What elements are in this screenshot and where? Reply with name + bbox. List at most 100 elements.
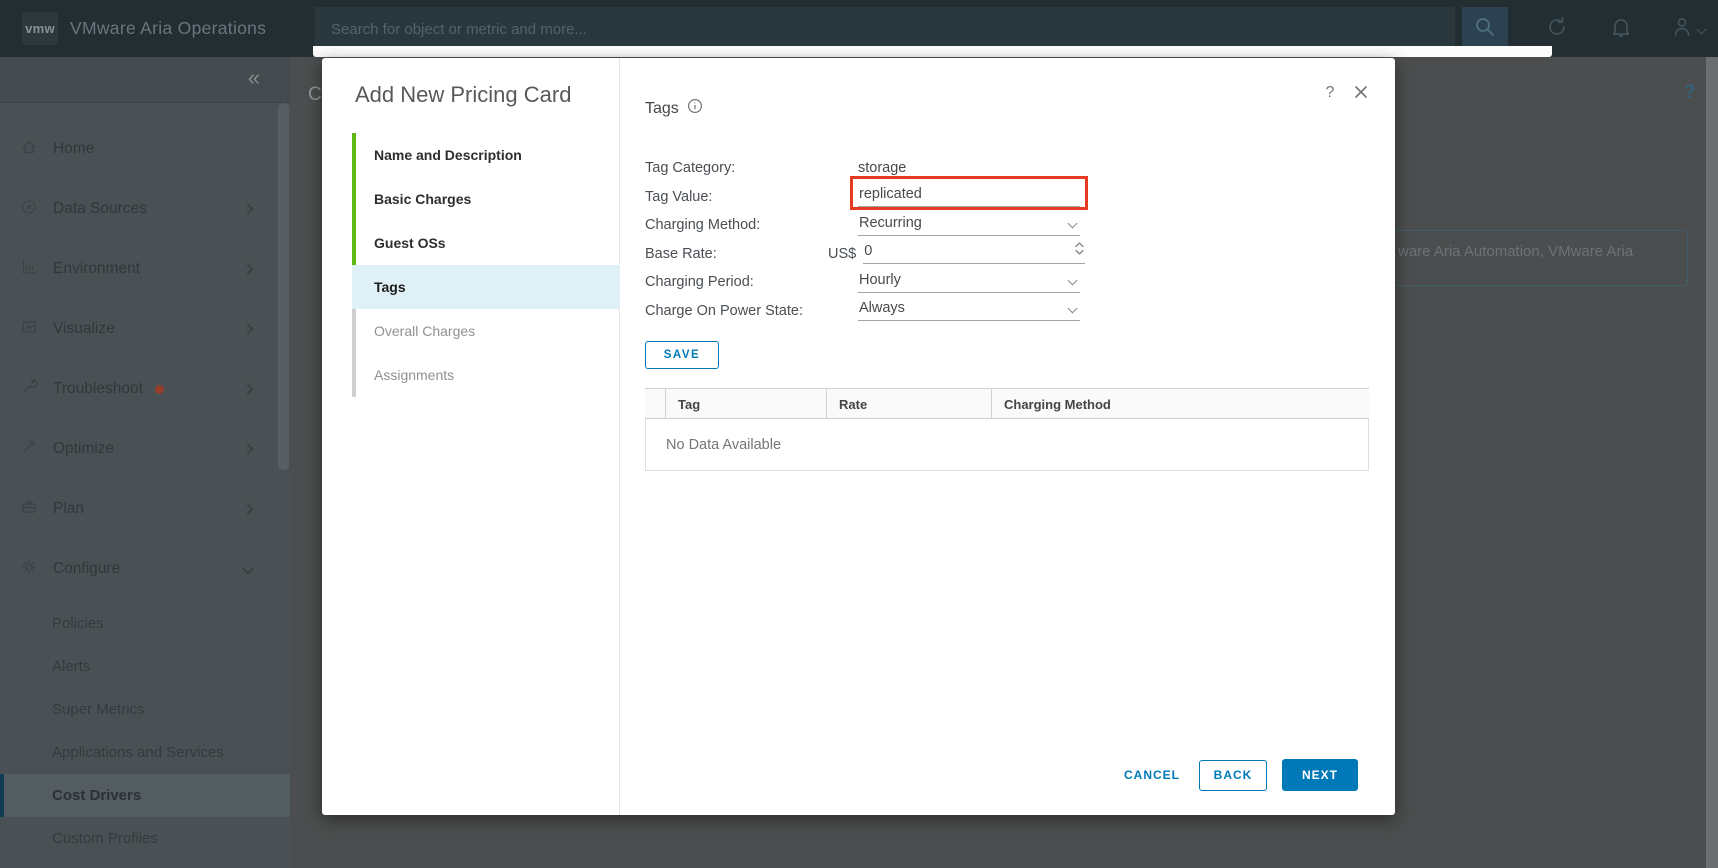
tag-value-input[interactable]: [859, 186, 1049, 203]
configure-submenu: Policies Alerts Super Metrics Applicatio…: [0, 602, 290, 860]
nav-list: Home Data Sources Environment Visualize …: [0, 119, 278, 599]
optimize-icon: [20, 438, 38, 461]
chevron-right-icon: [242, 203, 254, 215]
close-icon: [1354, 86, 1368, 103]
section-header: Tags: [645, 98, 703, 119]
back-button[interactable]: BACK: [1199, 759, 1267, 791]
step-overall-charges[interactable]: Overall Charges: [352, 309, 620, 353]
vmware-logo: vmw: [22, 12, 58, 45]
chevron-right-icon: [242, 443, 254, 455]
page-help-icon: ?: [1684, 82, 1696, 103]
troubleshoot-alert-dot: [154, 384, 164, 394]
step-guest-oss[interactable]: Guest OSs: [352, 221, 620, 265]
chevron-down-icon: [1067, 275, 1078, 286]
sidebar-item-applications-and-services[interactable]: Applications and Services: [0, 731, 290, 774]
side-nav: « Home Data Sources Environment Visualiz…: [0, 57, 290, 868]
form-row-charging-period: Charging Period: Hourly: [645, 268, 1115, 297]
charge-on-power-state-select[interactable]: Always: [858, 300, 1080, 322]
global-search-field: [315, 7, 1455, 51]
tag-value-field: [858, 186, 1080, 208]
table-select-column: [645, 389, 665, 418]
app-title: VMware Aria Operations: [70, 18, 267, 38]
sidebar-item-super-metrics[interactable]: Super Metrics: [0, 688, 290, 731]
form-row-charge-on-power-state: Charge On Power State: Always: [645, 297, 1115, 326]
chevron-right-icon: [242, 323, 254, 335]
chevron-down-icon: [1696, 24, 1707, 34]
chevron-right-icon: [242, 503, 254, 515]
sidebar-item-cost-drivers[interactable]: Cost Drivers: [0, 774, 290, 817]
sidebar-item-custom-profiles[interactable]: Custom Profiles: [0, 817, 290, 860]
chevron-down-icon: [242, 563, 254, 575]
base-rate-field[interactable]: 0: [863, 241, 1086, 265]
step-tags[interactable]: Tags: [352, 265, 620, 309]
notifications-button[interactable]: [1608, 16, 1634, 42]
vmware-aria-operations-app: vmw VMware Aria Operations Search for ob…: [0, 0, 1718, 868]
number-stepper-icon[interactable]: [1074, 241, 1085, 260]
tags-form: Tag Category: storage Tag Value: Chargin…: [645, 154, 1115, 325]
data-sources-icon: [20, 198, 38, 221]
side-nav-header: «: [0, 57, 290, 103]
wizard-steps: Name and Description Basic Charges Guest…: [352, 133, 620, 397]
dialog-help-button[interactable]: ?: [1321, 84, 1339, 102]
info-icon[interactable]: [687, 98, 703, 119]
global-search-input[interactable]: [315, 7, 1455, 51]
column-header-tag: Tag: [665, 389, 826, 418]
sidebar-item-policies[interactable]: Policies: [0, 602, 290, 645]
form-row-tag-value: Tag Value:: [645, 183, 1115, 212]
form-row-tag-category: Tag Category: storage: [645, 154, 1115, 183]
plan-icon: [20, 498, 38, 521]
bell-icon: [1609, 15, 1633, 44]
dialog-close-button[interactable]: [1354, 85, 1370, 101]
chevron-right-icon: [242, 263, 254, 275]
refresh-button[interactable]: [1544, 16, 1570, 42]
visualize-icon: [20, 318, 38, 341]
sidebar-item-home[interactable]: Home: [0, 119, 278, 179]
column-header-rate: Rate: [826, 389, 991, 418]
sidebar-item-configure[interactable]: Configure: [0, 539, 278, 599]
currency-prefix: US$: [828, 245, 857, 262]
tag-category-value: storage: [858, 160, 907, 177]
next-button[interactable]: NEXT: [1282, 759, 1358, 791]
sidebar-item-plan[interactable]: Plan: [0, 479, 278, 539]
charging-method-select[interactable]: Recurring: [858, 215, 1080, 236]
home-icon: [20, 138, 38, 161]
page-scrollbar-track: [1706, 57, 1718, 868]
page-title-fragment: C: [308, 84, 322, 105]
add-new-pricing-card-dialog: Add New Pricing Card Name and Descriptio…: [322, 58, 1395, 815]
form-row-base-rate: Base Rate: US$ 0: [645, 240, 1115, 269]
collapse-sidebar-button[interactable]: «: [248, 65, 260, 91]
sidebar-scrollbar-thumb[interactable]: [278, 103, 289, 470]
user-icon: [1671, 15, 1695, 44]
sidebar-item-data-sources[interactable]: Data Sources: [0, 179, 278, 239]
step-basic-charges[interactable]: Basic Charges: [352, 177, 620, 221]
environment-icon: [20, 258, 38, 281]
save-button[interactable]: SAVE: [645, 341, 719, 369]
charging-period-select[interactable]: Hourly: [858, 272, 1080, 293]
configure-gear-icon: [20, 558, 38, 581]
chevron-right-icon: [242, 383, 254, 395]
sidebar-item-alerts[interactable]: Alerts: [0, 645, 290, 688]
table-empty-row: No Data Available: [645, 419, 1369, 471]
section-title: Tags: [645, 99, 679, 117]
background-info-box: ware Aria Automation, VMware Aria: [1380, 230, 1688, 286]
wizard-step-panel: Add New Pricing Card Name and Descriptio…: [322, 58, 620, 815]
form-row-charging-method: Charging Method: Recurring: [645, 211, 1115, 240]
step-assignments[interactable]: Assignments: [352, 353, 620, 397]
dialog-title: Add New Pricing Card: [355, 82, 572, 107]
refresh-icon: [1545, 15, 1569, 44]
search-button[interactable]: [1462, 7, 1508, 51]
table-header: Tag Rate Charging Method: [645, 388, 1369, 419]
chevron-down-icon: [1067, 218, 1078, 229]
sidebar-item-troubleshoot[interactable]: Troubleshoot: [0, 359, 278, 419]
cancel-button[interactable]: CANCEL: [1120, 760, 1184, 790]
search-suggestion-panel-edge: [313, 46, 1552, 57]
chevron-down-icon: [1067, 303, 1078, 314]
column-header-charging-method: Charging Method: [991, 389, 1369, 418]
sidebar-item-visualize[interactable]: Visualize: [0, 299, 278, 359]
troubleshoot-icon: [20, 378, 38, 401]
sidebar-item-environment[interactable]: Environment: [0, 239, 278, 299]
sidebar-item-optimize[interactable]: Optimize: [0, 419, 278, 479]
user-menu-button[interactable]: [1668, 16, 1708, 42]
dialog-footer: CANCEL BACK NEXT: [1120, 759, 1358, 791]
step-name-and-description[interactable]: Name and Description: [352, 133, 620, 177]
